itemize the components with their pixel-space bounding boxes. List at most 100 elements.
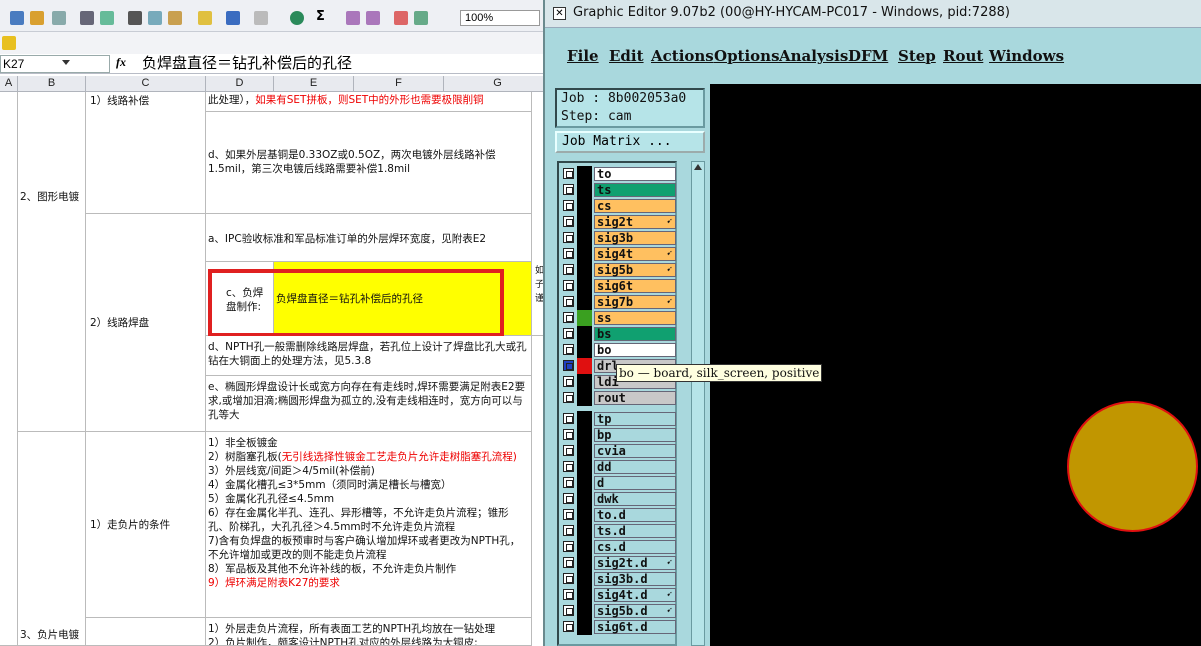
layer-checkbox[interactable] <box>563 296 574 307</box>
layer-row-sig3b[interactable]: sig3b <box>561 230 676 246</box>
layer-color-swatch[interactable] <box>577 198 592 214</box>
layer-color-swatch[interactable] <box>577 507 592 523</box>
sort-asc-icon[interactable] <box>346 11 360 25</box>
layer-color-swatch[interactable] <box>577 587 592 603</box>
layer-row-bp[interactable]: bp <box>561 427 676 443</box>
layer-checkbox[interactable] <box>563 461 574 472</box>
title-bar[interactable]: ✕ Graphic Editor 9.07b2 (00@HY-HYCAM-PC0… <box>545 0 1201 28</box>
layer-row-to.d[interactable]: to.d <box>561 507 676 523</box>
cell-d-row5[interactable]: d、NPTH孔一般需删除线路层焊盘，若孔位上设计了焊盘比孔大或孔钻在大铜面上的处… <box>206 336 532 376</box>
layer-name[interactable]: sig7b ➹ <box>594 295 676 309</box>
layer-row-sig3b.d[interactable]: sig3b.d <box>561 571 676 587</box>
layer-row-tp[interactable]: tp <box>561 411 676 427</box>
layer-row-ts[interactable]: ts <box>561 182 676 198</box>
layer-name[interactable]: sig3b <box>594 231 676 245</box>
layer-checkbox[interactable] <box>563 168 574 179</box>
layer-color-swatch[interactable] <box>577 246 592 262</box>
layer-checkbox[interactable] <box>563 248 574 259</box>
cell-b-group1[interactable]: 2、图形电镀 <box>18 92 86 432</box>
menu-windows[interactable]: Windows <box>989 47 1064 65</box>
layer-name[interactable]: cvia <box>594 444 676 458</box>
layer-name[interactable]: sig6t <box>594 279 676 293</box>
layer-checkbox[interactable] <box>563 557 574 568</box>
layer-name[interactable]: ts.d <box>594 524 676 538</box>
layer-color-swatch[interactable] <box>577 619 592 635</box>
layer-name[interactable]: cs.d <box>594 540 676 554</box>
column-header-g[interactable]: G <box>444 76 550 92</box>
layer-row-sig6t[interactable]: sig6t <box>561 278 676 294</box>
menu-options[interactable]: Options <box>714 47 780 65</box>
layer-row-sig5b.d[interactable]: sig5b.d ➹ <box>561 603 676 619</box>
layer-checkbox[interactable] <box>563 493 574 504</box>
layer-checkbox[interactable] <box>563 376 574 387</box>
autosum-icon[interactable]: Σ <box>316 9 330 24</box>
layer-color-swatch[interactable] <box>577 374 592 390</box>
layer-checkbox[interactable] <box>563 280 574 291</box>
layer-checkbox[interactable] <box>563 541 574 552</box>
layer-row-sig2t.d[interactable]: sig2t.d ➹ <box>561 555 676 571</box>
name-box-dropdown-icon[interactable] <box>62 60 70 65</box>
layer-row-dd[interactable]: dd <box>561 459 676 475</box>
save-icon[interactable] <box>10 11 24 25</box>
layer-row-to[interactable]: to <box>561 166 676 182</box>
layer-color-swatch[interactable] <box>577 358 592 374</box>
menu-dfm[interactable]: DFM <box>848 47 888 65</box>
print-icon[interactable] <box>80 11 94 25</box>
menu-file[interactable]: File <box>567 47 599 65</box>
cell-d-neg-conditions[interactable]: 1）非全板镀金 2）树脂塞孔板(无引线选择性镀金工艺走负片允许走树脂塞孔流程) … <box>206 432 532 618</box>
layer-row-cvia[interactable]: cvia <box>561 443 676 459</box>
layer-checkbox[interactable] <box>563 445 574 456</box>
toolbar-handle-icon[interactable] <box>2 36 16 50</box>
layer-checkbox[interactable] <box>563 621 574 632</box>
layer-color-swatch[interactable] <box>577 427 592 443</box>
cell-c-neg-film[interactable]: 1）走负片的条件 <box>86 432 206 618</box>
layer-checkbox[interactable] <box>563 429 574 440</box>
scroll-up-icon[interactable] <box>694 164 702 170</box>
menu-actions[interactable]: Actions <box>651 47 714 65</box>
col-a-cell[interactable] <box>0 92 18 646</box>
layer-name[interactable]: sig6t.d <box>594 620 676 634</box>
layer-name[interactable]: sig4t.d ➹ <box>594 588 676 602</box>
layer-checkbox[interactable] <box>563 328 574 339</box>
layer-color-swatch[interactable] <box>577 278 592 294</box>
layer-checkbox[interactable] <box>563 216 574 227</box>
fx-icon[interactable]: fx <box>116 55 126 70</box>
layer-name[interactable]: sig2t ➹ <box>594 215 676 229</box>
layer-name[interactable]: bs <box>594 327 676 341</box>
format-painter-icon[interactable] <box>198 11 212 25</box>
layer-color-swatch[interactable] <box>577 230 592 246</box>
layer-row-bs[interactable]: bs <box>561 326 676 342</box>
layer-scrollbar[interactable] <box>691 161 705 646</box>
layer-row-bo[interactable]: bo <box>561 342 676 358</box>
layer-color-swatch[interactable] <box>577 342 592 358</box>
copy-icon[interactable] <box>148 11 162 25</box>
cell-d-last[interactable]: 1）外层走负片流程，所有表面工艺的NPTH孔均放在一钻处理 2）负片制作，颇客设… <box>206 618 532 646</box>
layer-color-swatch[interactable] <box>577 523 592 539</box>
layer-checkbox[interactable] <box>563 477 574 488</box>
layer-color-swatch[interactable] <box>577 182 592 198</box>
layer-color-swatch[interactable] <box>577 310 592 326</box>
menu-analysis[interactable]: Analysis <box>779 47 848 65</box>
layer-color-swatch[interactable] <box>577 571 592 587</box>
layer-name[interactable]: rout <box>594 391 676 405</box>
layer-checkbox[interactable] <box>563 360 574 371</box>
spellcheck-icon[interactable] <box>100 11 114 25</box>
layer-name[interactable]: ts <box>594 183 676 197</box>
column-header-f[interactable]: F <box>354 76 444 92</box>
layer-checkbox[interactable] <box>563 509 574 520</box>
layer-row-ts.d[interactable]: ts.d <box>561 523 676 539</box>
layer-color-swatch[interactable] <box>577 555 592 571</box>
window-icon[interactable]: ✕ <box>553 7 566 20</box>
column-header-c[interactable]: C <box>86 76 206 92</box>
cell-d-row3[interactable]: a、IPC验收标准和军品标准订单的外层焊环宽度，见附表E2 <box>206 214 532 262</box>
print-preview-icon[interactable] <box>52 11 66 25</box>
layer-name[interactable]: cs <box>594 199 676 213</box>
layer-name[interactable]: bo <box>594 343 676 357</box>
cell-c-last[interactable] <box>86 618 206 646</box>
column-header-e[interactable]: E <box>274 76 354 92</box>
layer-checkbox[interactable] <box>563 605 574 616</box>
layer-checkbox[interactable] <box>563 232 574 243</box>
layer-row-ss[interactable]: ss <box>561 310 676 326</box>
layer-row-cs[interactable]: cs <box>561 198 676 214</box>
sort-desc-icon[interactable] <box>366 11 380 25</box>
